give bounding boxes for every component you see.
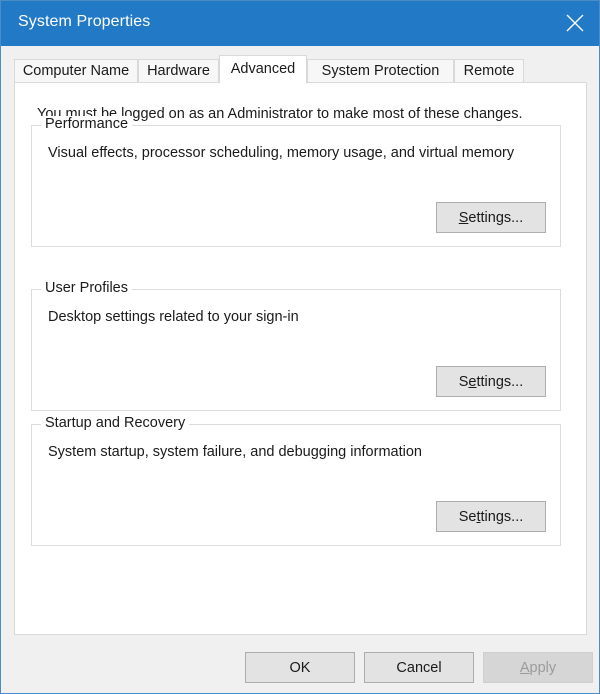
group-description: Desktop settings related to your sign-in	[48, 309, 299, 325]
cancel-button[interactable]: Cancel	[364, 652, 474, 683]
ok-button[interactable]: OK	[245, 652, 355, 683]
startup-and-recovery-settings-button[interactable]: Settings...	[436, 501, 546, 532]
tab-hardware[interactable]: Hardware	[138, 59, 219, 83]
group-legend: User Profiles	[41, 280, 132, 296]
advanced-tab-panel: You must be logged on as an Administrato…	[14, 82, 587, 677]
tab-computer-name[interactable]: Computer Name	[14, 59, 138, 83]
group-performance: Performance Visual effects, processor sch…	[31, 116, 561, 247]
tab-label: Hardware	[147, 63, 210, 79]
dialog-footer: OK Cancel Apply	[2, 635, 598, 693]
performance-settings-button[interactable]: Settings...	[436, 202, 546, 233]
tab-label: Computer Name	[22, 63, 130, 79]
group-legend: Performance	[41, 116, 133, 132]
system-properties-window: System Properties Computer Name Hardware A…	[0, 0, 600, 694]
title-bar: System Properties	[1, 1, 599, 46]
group-startup-and-recovery: Startup and Recovery System startup, syst…	[31, 415, 561, 546]
close-icon	[566, 14, 584, 32]
group-legend: Startup and Recovery	[41, 415, 190, 431]
group-description: System startup, system failure, and debu…	[48, 444, 422, 460]
close-button[interactable]	[551, 1, 599, 46]
tab-system-protection[interactable]: System Protection	[307, 59, 454, 83]
tab-label: Remote	[463, 63, 515, 79]
tab-remote[interactable]: Remote	[454, 59, 524, 83]
tab-strip: Computer Name Hardware Advanced System Prot…	[14, 55, 587, 84]
group-description: Visual effects, processor scheduling, me…	[48, 145, 515, 161]
tab-label: System Protection	[321, 63, 440, 79]
group-user-profiles: User Profiles Desktop settings related to…	[31, 280, 561, 411]
tab-label: Advanced	[230, 61, 296, 77]
tab-advanced[interactable]: Advanced	[219, 55, 307, 84]
user-profiles-settings-button[interactable]: Settings...	[436, 366, 546, 397]
window-title: System Properties	[18, 13, 151, 30]
apply-button: Apply	[483, 652, 593, 683]
